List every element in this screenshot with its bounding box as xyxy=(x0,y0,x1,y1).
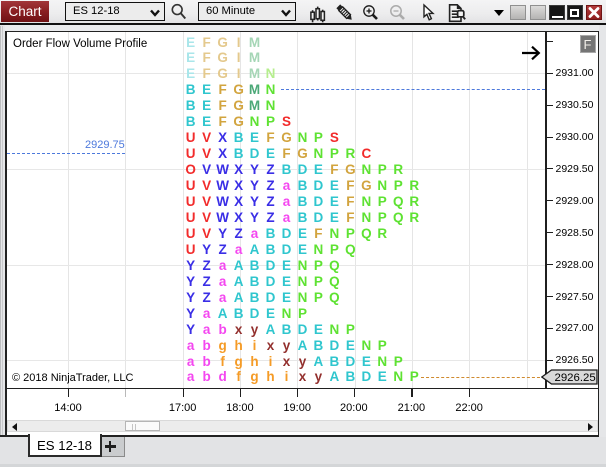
svg-text:2926.25: 2926.25 xyxy=(555,372,596,384)
